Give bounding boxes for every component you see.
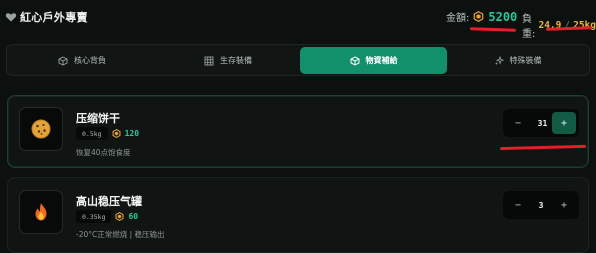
tab-label: 核心背負 — [74, 56, 106, 65]
item-description: -20°C正常燃烧 | 稳压输出 — [76, 230, 165, 239]
cube-outline-icon — [58, 55, 68, 66]
cookie-icon — [31, 119, 51, 139]
tab-label: 物資補給 — [365, 56, 398, 65]
decrement-button[interactable]: − — [506, 194, 530, 216]
shop-screen: 紅心戶外專賣 金額: 5200 負重: 24.9 / 25kg 核心背負 生存裝… — [0, 0, 596, 253]
item-card-compressed-biscuit[interactable]: 压缩饼干 0.5kg 120 恢复40点饱食度 − 31 + — [7, 95, 589, 168]
item-name: 高山稳压气罐 — [76, 195, 142, 208]
weight-chip: 0.5kg — [76, 127, 108, 140]
header: 紅心戶外專賣 金額: 5200 負重: 24.9 / 25kg — [0, 0, 596, 40]
gold-coin-icon — [116, 212, 124, 221]
item-name: 压缩饼干 — [76, 112, 120, 125]
increment-button[interactable]: + — [552, 112, 576, 134]
item-description: 恢复40点饱食度 — [76, 148, 131, 157]
weight-chip: 0.35kg — [76, 210, 112, 223]
item-price: 60 — [128, 212, 139, 221]
sparkle-icon — [494, 55, 504, 65]
category-tabs: 核心背負 生存裝備 物資補給 特殊裝備 — [6, 44, 590, 76]
load-indicator: 負重: 24.9 / 25kg — [522, 10, 596, 40]
fire-icon — [35, 203, 47, 221]
quantity-stepper: − 31 + — [503, 109, 579, 137]
gold-balance: 金額: 5200 — [446, 9, 518, 25]
quantity-stepper: − 3 + — [503, 191, 579, 219]
shop-title-group: 紅心戶外專賣 — [5, 9, 88, 25]
tab-supplies[interactable]: 物資補給 — [300, 47, 447, 74]
tab-core-pack[interactable]: 核心背負 — [9, 47, 155, 74]
item-thumbnail — [19, 107, 63, 151]
load-label: 負重: — [522, 14, 536, 40]
box-icon — [350, 55, 359, 66]
quantity-value[interactable]: 31 — [533, 119, 552, 128]
tab-special-gear[interactable]: 特殊裝備 — [447, 47, 588, 74]
item-thumbnail — [19, 190, 63, 234]
item-card-gas-canister[interactable]: 高山稳压气罐 0.35kg 60 -20°C正常燃烧 | 稳压输出 − 3 + — [7, 177, 589, 253]
quantity-value[interactable]: 3 — [533, 201, 549, 210]
gold-value: 5200 — [488, 9, 518, 24]
tab-survival-gear[interactable]: 生存裝備 — [155, 47, 301, 74]
heart-icon — [5, 13, 17, 22]
grid-icon — [204, 56, 214, 65]
increment-button[interactable]: + — [552, 194, 576, 216]
item-meta: 0.5kg 120 — [76, 127, 139, 140]
tab-label: 特殊裝備 — [509, 56, 542, 65]
item-price: 120 — [124, 129, 140, 138]
decrement-button[interactable]: − — [506, 112, 530, 134]
annotation-underline-gold — [469, 27, 517, 32]
item-meta: 0.35kg 60 — [76, 210, 138, 223]
shop-title: 紅心戶外專賣 — [20, 11, 88, 24]
gold-coin-icon — [474, 11, 484, 22]
gold-label: 金額: — [446, 13, 470, 24]
tab-label: 生存裝備 — [220, 56, 252, 65]
gold-coin-icon — [112, 129, 121, 138]
